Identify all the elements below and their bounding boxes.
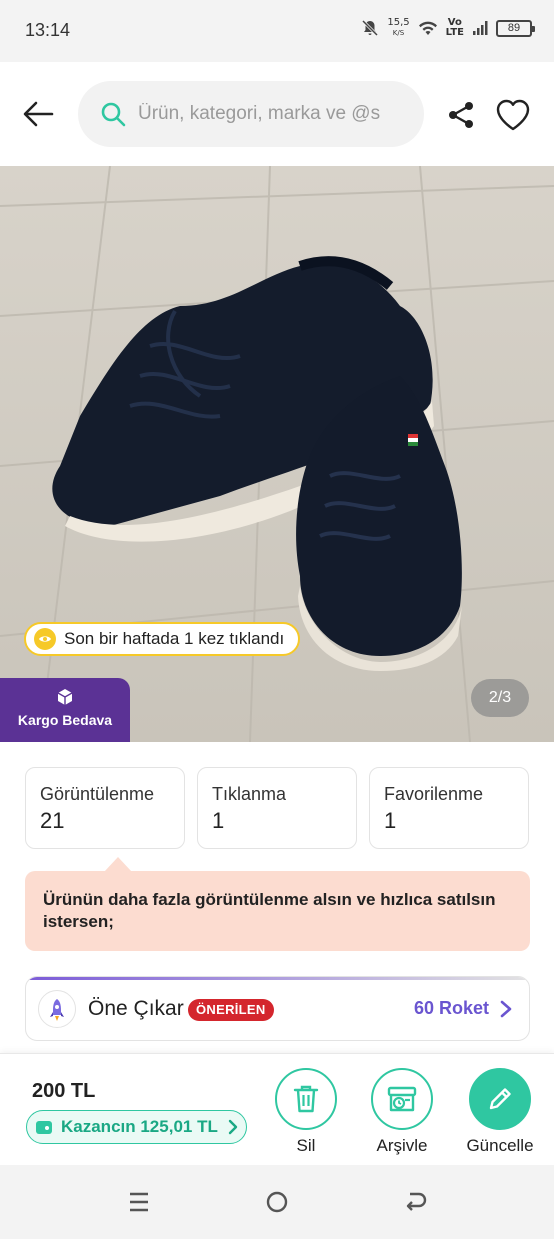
favorite-button[interactable]	[494, 96, 532, 134]
archive-button[interactable]: Arşivle	[357, 1068, 447, 1156]
wallet-icon	[36, 1121, 52, 1134]
boost-listing-card[interactable]: Öne Çıkar ÖNERİLEN 60 Roket	[25, 976, 530, 1041]
stat-favorites-value: 1	[384, 808, 397, 833]
status-bar: 13:14 15,5 K/S Vo LTE 89	[0, 0, 554, 62]
click-count-text: Son bir haftada 1 kez tıklandı	[64, 629, 285, 648]
mute-bell-icon	[362, 19, 379, 37]
return-icon	[406, 1192, 427, 1211]
boost-title: Öne Çıkar	[88, 997, 184, 1020]
update-button[interactable]: Güncelle	[455, 1068, 545, 1156]
stat-clicks: Tıklanma 1	[197, 767, 357, 849]
box-icon	[57, 689, 73, 705]
home-circle-icon	[266, 1191, 288, 1213]
rocket-price: 60 Roket	[413, 998, 489, 1018]
system-back-button[interactable]	[400, 1189, 430, 1215]
system-nav-bar	[0, 1165, 554, 1239]
back-button[interactable]	[18, 94, 58, 134]
delete-label: Sil	[296, 1136, 316, 1155]
delete-circle	[275, 1068, 337, 1130]
pencil-icon	[489, 1088, 511, 1110]
free-shipping-badge: Kargo Bedava	[0, 678, 130, 742]
search-icon	[101, 102, 126, 127]
update-circle	[469, 1068, 531, 1130]
trash-icon	[293, 1085, 319, 1113]
earnings-button[interactable]: Kazancın 125,01 TL	[26, 1110, 247, 1144]
wifi-icon	[418, 21, 437, 35]
network-speed-value: 15,5	[387, 17, 410, 28]
network-speed: 15,5 K/S	[387, 18, 409, 38]
promo-pointer	[104, 857, 132, 872]
stat-favorites: Favorilenme 1	[369, 767, 529, 849]
network-speed-unit: K/S	[392, 29, 405, 37]
heart-icon	[496, 99, 530, 131]
share-icon	[449, 102, 473, 128]
search-input[interactable]	[138, 81, 418, 147]
archive-circle	[371, 1068, 433, 1130]
free-shipping-text: Kargo Bedava	[17, 712, 113, 728]
stat-views: Görüntülenme 21	[25, 767, 185, 849]
search-bar[interactable]	[78, 81, 424, 147]
status-icons: 15,5 K/S Vo LTE 89	[361, 18, 535, 38]
top-bar	[0, 62, 554, 166]
stat-favorites-label: Favorilenme	[384, 784, 484, 804]
stat-clicks-value: 1	[212, 808, 225, 833]
stat-views-label: Görüntülenme	[40, 784, 155, 804]
share-button[interactable]	[444, 98, 478, 132]
back-arrow-icon	[23, 101, 54, 127]
earnings-text: Kazancın 125,01 TL	[61, 1117, 218, 1136]
volte-indicator: Vo LTE	[446, 18, 464, 38]
battery-icon: 89	[496, 19, 535, 37]
stat-clicks-label: Tıklanma	[212, 784, 287, 804]
listing-price: 200 TL	[32, 1080, 96, 1102]
chevron-right-icon	[500, 1000, 512, 1018]
product-image[interactable]: Son bir haftada 1 kez tıklandı Kargo Bed…	[0, 166, 554, 742]
promo-message: Ürünün daha fazla görüntülenme alsın ve …	[25, 871, 530, 951]
home-button[interactable]	[262, 1189, 292, 1215]
recent-apps-button[interactable]	[124, 1189, 154, 1215]
stat-views-value: 21	[40, 808, 65, 833]
eye-icon	[34, 628, 56, 650]
bottom-action-bar: 200 TL Kazancın 125,01 TL Sil Arşivle Gü…	[0, 1053, 554, 1165]
image-page-indicator: 2/3	[471, 679, 529, 717]
signal-icon	[473, 21, 488, 35]
rocket-icon	[38, 990, 76, 1028]
click-count-badge: Son bir haftada 1 kez tıklandı	[24, 622, 301, 656]
recommended-badge: ÖNERİLEN	[188, 999, 274, 1021]
chevron-right-icon	[228, 1119, 238, 1135]
archive-icon	[387, 1086, 417, 1112]
update-label: Güncelle	[466, 1136, 534, 1155]
archive-label: Arşivle	[376, 1136, 428, 1155]
menu-icon	[130, 1192, 148, 1212]
volte-bottom: LTE	[445, 27, 464, 38]
status-time: 13:14	[25, 20, 71, 40]
delete-button[interactable]: Sil	[261, 1068, 351, 1156]
